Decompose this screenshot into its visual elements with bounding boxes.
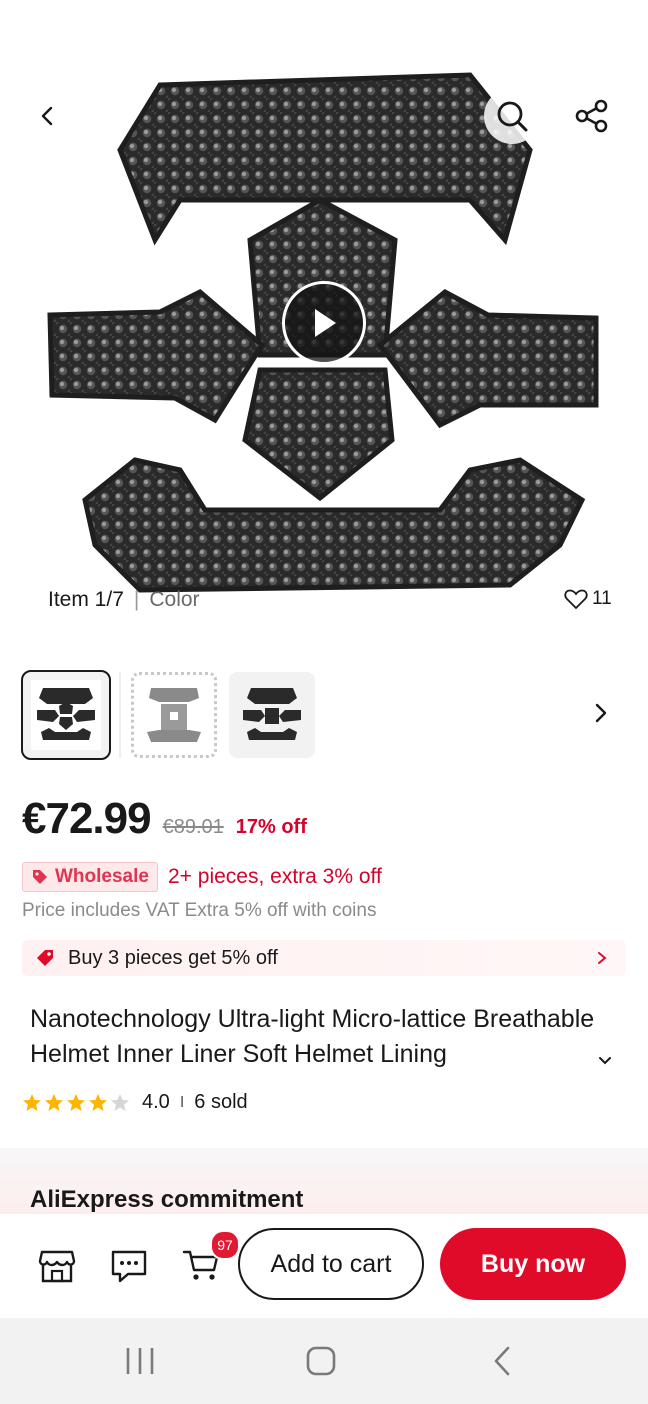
chevron-right-icon	[595, 703, 607, 723]
chat-icon	[111, 1250, 147, 1283]
search-icon	[497, 101, 528, 132]
item-separator: |	[133, 588, 140, 611]
thumbnail-2[interactable]	[131, 672, 217, 758]
share-icon	[575, 99, 608, 133]
product-title: Nanotechnology Ultra-light Micro-lattice…	[30, 1005, 595, 1068]
search-button[interactable]	[484, 88, 540, 144]
star-icon	[89, 1093, 107, 1111]
commitment-heading: AliExpress commitment	[30, 1186, 304, 1213]
promotion-text: Buy 3 pieces get 5% off	[68, 946, 278, 969]
item-counter-text: Item 1/7	[48, 588, 124, 611]
thumbnail-divider	[119, 672, 121, 758]
recent-apps-icon	[126, 1348, 154, 1374]
vat-info: Price includes VAT Extra 5% off with coi…	[22, 900, 377, 921]
discount-label: 17% off	[235, 816, 307, 838]
rating-stars	[22, 1093, 130, 1113]
thumbnail-image	[31, 680, 101, 750]
back-button[interactable]	[20, 88, 76, 144]
play-icon	[315, 309, 336, 337]
wholesale-row[interactable]: Wholesale 2+ pieces, extra 3% off	[22, 862, 382, 892]
promotion-banner[interactable]: Buy 3 pieces get 5% off	[22, 940, 626, 976]
rating-value: 4.0	[142, 1091, 170, 1113]
thumbnail-3[interactable]	[229, 672, 315, 758]
message-button[interactable]	[109, 1246, 149, 1286]
store-icon	[38, 1250, 76, 1283]
like-count: 11	[592, 588, 612, 609]
expand-title-button[interactable]	[594, 1050, 616, 1072]
thumbnail-image	[243, 688, 301, 740]
buy-now-button[interactable]: Buy now	[440, 1228, 626, 1300]
star-icon	[45, 1093, 63, 1111]
wholesale-badge: Wholesale	[22, 862, 158, 892]
star-icon	[111, 1093, 129, 1111]
coupon-tag-icon	[37, 950, 53, 966]
chevron-left-icon	[41, 106, 53, 126]
store-button[interactable]	[37, 1246, 77, 1286]
variant-label: Color	[149, 588, 200, 611]
add-to-cart-button[interactable]: Add to cart	[238, 1228, 424, 1300]
play-video-button[interactable]	[282, 281, 366, 365]
rating-divider: I	[179, 1093, 185, 1111]
system-back-button[interactable]	[488, 1344, 518, 1378]
sold-count: 6 sold	[194, 1091, 248, 1113]
thumbnail-image	[147, 688, 201, 742]
back-arrow-icon	[494, 1346, 510, 1376]
original-price: €89.01	[162, 816, 224, 838]
wholesale-offer: 2+ pieces, extra 3% off	[167, 865, 382, 888]
more-thumbnails-button[interactable]	[586, 698, 616, 728]
wholesale-badge-label: Wholesale	[55, 866, 149, 887]
wishlist-button[interactable]: 11	[564, 588, 612, 610]
tag-icon	[33, 870, 47, 884]
recent-apps-button[interactable]	[122, 1344, 158, 1378]
home-button[interactable]	[304, 1344, 338, 1378]
star-icon	[67, 1093, 85, 1111]
price-row: €72.99 €89.01 17% off	[22, 794, 307, 844]
home-icon	[306, 1346, 336, 1376]
heart-icon	[564, 589, 588, 610]
chevron-right-icon	[598, 952, 607, 964]
rating-row[interactable]: 4.0 I 6 sold	[22, 1091, 248, 1114]
thumbnail-1[interactable]	[21, 670, 111, 760]
current-price: €72.99	[22, 794, 152, 843]
share-button[interactable]	[564, 88, 620, 144]
chevron-down-icon	[599, 1057, 611, 1065]
star-icon	[23, 1093, 41, 1111]
cart-count-badge: 97	[210, 1230, 240, 1260]
image-counter: Item 1/7 | Color	[48, 588, 200, 612]
